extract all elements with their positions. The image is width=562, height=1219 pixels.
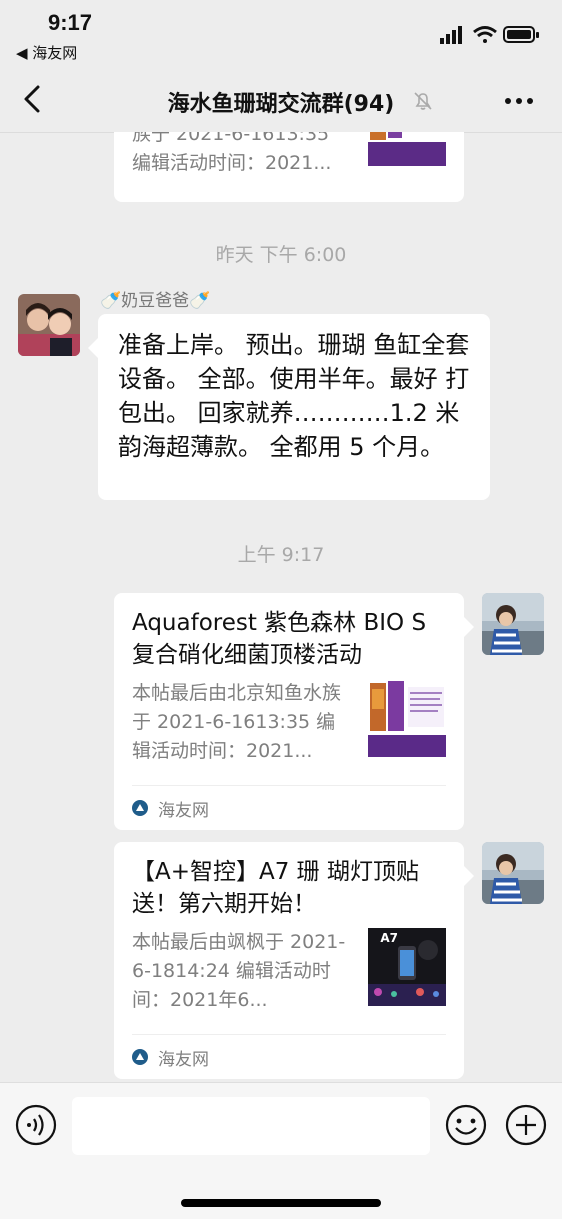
source-logo-icon [132, 800, 148, 816]
sender-name: 🍼奶豆爸爸🍼 [100, 291, 211, 311]
status-bar: 9:17 ◀ 海友网 [0, 0, 562, 70]
more-icon[interactable] [504, 96, 534, 106]
message-bubble[interactable]: 准备上岸。 预出。珊瑚 鱼缸全套设备。 全部。使用半年。最好 打包出。 回家就养… [88, 314, 490, 500]
home-indicator [181, 1199, 381, 1207]
composer-bar [0, 1082, 562, 1219]
status-icons [440, 26, 539, 44]
card-description: 本帖最后由北京知鱼水族于 2021-6-1613:35 编辑活动时间：2021.… [132, 682, 342, 762]
card-desc-line: 编辑活动时间：2021... [132, 152, 332, 174]
emoji-icon[interactable] [444, 1103, 488, 1147]
nav-bar: 海水鱼珊瑚交流群(94) [0, 70, 562, 133]
source-logo-icon [132, 1049, 148, 1065]
avatar[interactable] [482, 593, 544, 655]
mute-bell-icon [414, 92, 432, 110]
card-desc-line: 族于 2021-6-1613:35 [132, 132, 330, 145]
card-title: 【A+智控】A7 珊 瑚灯顶贴送！第六期开始！ [132, 859, 419, 917]
wifi-icon [473, 26, 497, 43]
signal-icon [440, 26, 462, 44]
status-time: 9:17 [48, 10, 93, 35]
avatar[interactable] [482, 842, 544, 904]
card-source: 海友网 [158, 1049, 209, 1070]
chat-area[interactable]: 族于 2021-6-1613:35 编辑活动时间：2021... 昨天 下午 6… [0, 132, 562, 1082]
chat-title: 海水鱼珊瑚交流群(94) [167, 92, 395, 117]
card-thumb-label: A7 [380, 931, 398, 945]
timestamp: 昨天 下午 6:00 [215, 244, 347, 266]
card-thumbnail [368, 679, 446, 757]
message-input[interactable] [72, 1097, 430, 1155]
card-description: 本帖最后由飒枫于 2021-6-1814:24 编辑活动时间：2021年6... [132, 931, 346, 1011]
link-card[interactable]: 【A+智控】A7 珊 瑚灯顶贴送！第六期开始！ 本帖最后由飒枫于 2021-6-… [114, 842, 474, 1079]
battery-icon [503, 26, 539, 43]
card-title: Aquaforest 紫色森林 BIO S 复合硝化细菌顶楼活动 [132, 610, 427, 668]
voice-icon[interactable] [14, 1103, 58, 1147]
back-to-app-link[interactable]: ◀ 海友网 [16, 42, 77, 63]
link-card[interactable]: Aquaforest 紫色森林 BIO S 复合硝化细菌顶楼活动 本帖最后由北京… [114, 593, 474, 830]
plus-icon[interactable] [504, 1103, 548, 1147]
timestamp: 上午 9:17 [237, 544, 325, 566]
avatar[interactable] [18, 294, 80, 356]
card-thumbnail [368, 132, 446, 172]
card-source: 海友网 [158, 800, 209, 821]
link-card-partial[interactable]: 族于 2021-6-1613:35 编辑活动时间：2021... [114, 132, 464, 202]
